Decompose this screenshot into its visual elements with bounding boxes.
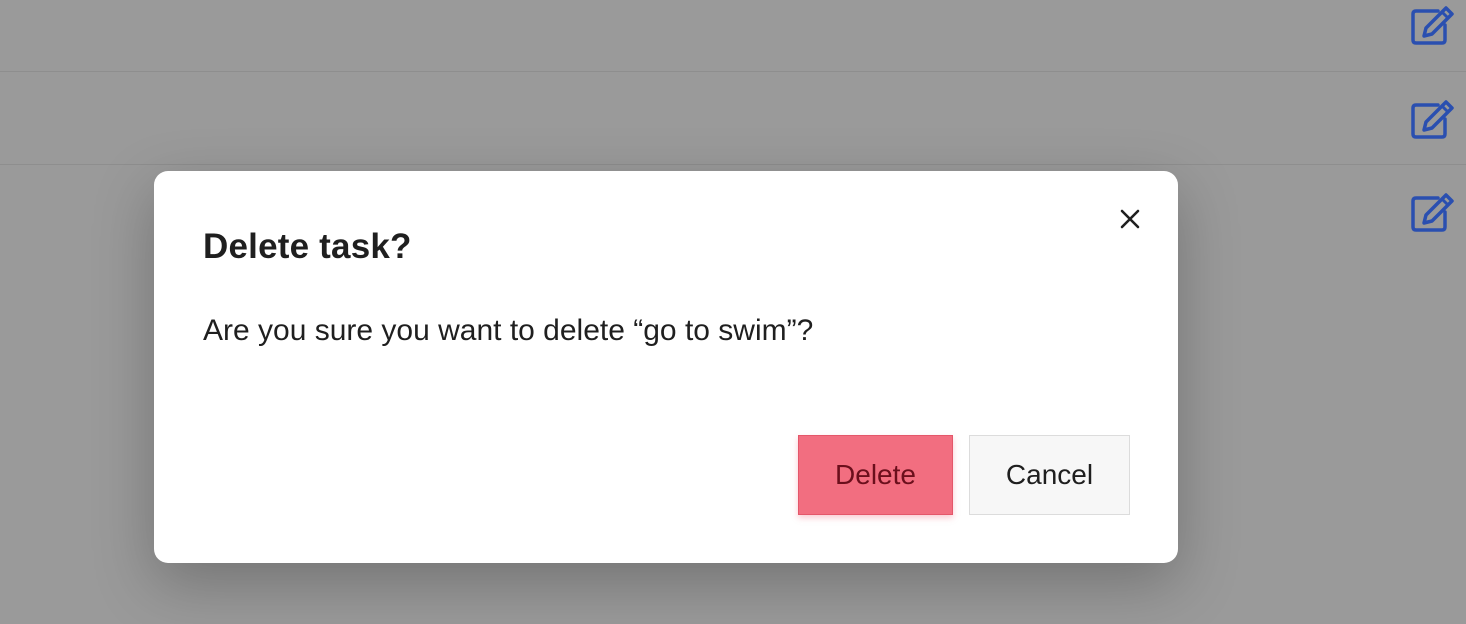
edit-icon[interactable]	[1410, 189, 1456, 235]
edit-icon[interactable]	[1410, 2, 1456, 48]
task-row	[0, 72, 1466, 165]
delete-task-dialog: Delete task? Are you sure you want to de…	[154, 171, 1178, 563]
close-icon[interactable]	[1112, 201, 1148, 237]
task-row	[0, 0, 1466, 72]
edit-icon[interactable]	[1410, 96, 1456, 142]
dialog-message: Are you sure you want to delete “go to s…	[203, 314, 814, 347]
delete-button[interactable]: Delete	[798, 435, 953, 515]
dialog-title: Delete task?	[203, 227, 412, 266]
cancel-button[interactable]: Cancel	[969, 435, 1130, 515]
